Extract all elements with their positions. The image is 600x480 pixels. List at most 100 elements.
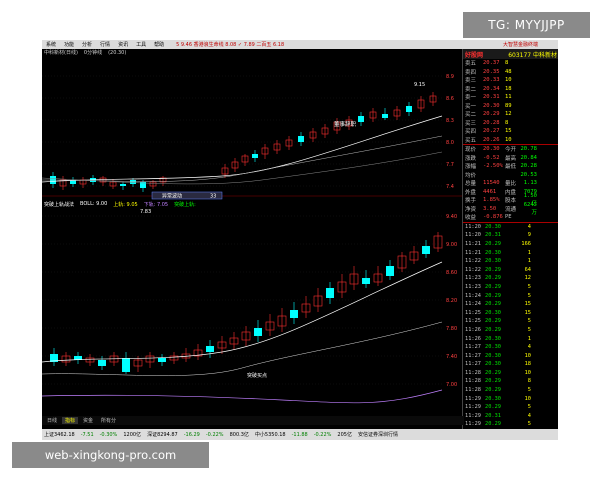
tick-qty: 4 [527,223,531,230]
tick-qty: 12 [524,275,531,282]
sz-pct: -0.22% [205,431,224,438]
tab-indicator[interactable]: 指标 [62,417,79,424]
quote-label: 卖二 [465,86,477,93]
quote-label: 卖一 [465,95,477,102]
sh-index[interactable]: 上证3462.18 [44,431,75,438]
menu-item-system[interactable]: 系统 [42,41,60,48]
quote-row[interactable]: 买三 20.28 8 [463,119,558,128]
tick-price: 20.30 [485,344,501,351]
stat-value: -0.52 [483,154,500,161]
quote-row[interactable]: 买一 20.30 89 [463,102,558,111]
menu-bar: 系统 功能 分析 行情 资讯 工具 帮助 5 9.46 香港浪生命线 8.08 … [42,40,558,49]
candle-down [158,358,166,362]
chart-area[interactable]: 异常波动 33 董事辞职 9.15 7.83 突破买点 8.9 8.6 8.3 8.0… [42,56,462,416]
tick-price: 20.30 [485,361,501,368]
annotation-popup-value: 33 [210,194,216,200]
quote-row[interactable]: 卖三 20.33 10 [463,76,558,85]
quote-qty: 11 [505,94,512,101]
quote-price: 20.35 [483,68,500,75]
tick-qty: 1 [527,335,531,342]
tick-price: 20.31 [485,232,501,239]
tab-all[interactable]: 所有分 [98,417,119,424]
indicator-name[interactable]: 突破上轨战法 [44,201,74,208]
cy-amount: 205亿 [337,432,352,438]
tick-qty: 5 [527,292,531,299]
stat-value: -2.50% [483,163,503,170]
quote-row[interactable]: 卖四 20.35 48 [463,68,558,77]
quote-price: 20.29 [483,111,500,118]
tick-qty: 10 [524,369,531,376]
quote-label: 买四 [465,129,477,136]
candle-down [358,116,364,122]
tab-daily[interactable]: 日线 [44,417,60,424]
stock-code[interactable]: 603177 中科新材 [508,50,557,59]
menu-item-function[interactable]: 功能 [60,41,78,48]
stat-row: 收益 -0.876 PE [463,213,558,222]
quote-row[interactable]: 买二 20.29 12 [463,110,558,119]
tick-time: 11:29 [465,421,481,428]
tick-time: 11:24 [465,292,481,299]
price-tick: 9.00 [446,242,457,248]
quote-label: 买五 [465,137,477,144]
tab-capital[interactable]: 资金 [80,417,96,424]
tick-price: 20.29 [485,326,501,333]
tick-price: 20.30 [485,223,501,230]
quote-row[interactable]: 卖五 20.37 8 [463,59,558,68]
candle-down [326,288,334,298]
tick-qty: 5 [527,318,531,325]
tick-time: 11:28 [465,369,481,376]
price-label: (20.30) [108,49,127,56]
tick-row: 11:26 20.30 1 [463,334,558,343]
cy-index[interactable]: 中小5350.18 [255,431,286,438]
quote-label: 买三 [465,120,477,127]
bottom-candles [50,232,443,374]
menu-item-help[interactable]: 帮助 [150,41,168,48]
stat-label-2: 最低 [505,164,517,171]
menu-item-tools[interactable]: 工具 [132,41,150,48]
stat-label-2: 流通 [505,206,517,213]
quote-row[interactable]: 买五 20.26 10 [463,136,558,145]
stat-row: 总量 11540 量比 1.13 [463,179,558,188]
stat-row: 外盘 4461 内盘 7079 [463,188,558,197]
tick-price: 20.30 [485,258,501,265]
quote-row[interactable]: 卖一 20.31 11 [463,93,558,102]
tick-qty: 5 [527,283,531,290]
tick-list[interactable]: 11:20 20.30 4 11:20 20.31 9 11:21 20.29 166 11:21… [463,223,558,438]
quote-label: 买二 [465,112,477,119]
tick-time: 11:27 [465,352,481,359]
tick-row: 11:20 20.30 4 [463,223,558,232]
price-tick: 8.3 [446,118,454,124]
menu-item-news[interactable]: 资讯 [114,41,132,48]
bottom-tab-bar: 日线 指标 资金 所有分 [42,416,464,425]
quote-label: 买一 [465,103,477,110]
boll-value: BOLL: 9.00 [80,201,108,207]
sz-index[interactable]: 深证8294.87 [147,431,178,438]
tick-row: 11:24 20.29 15 [463,300,558,309]
tick-row: 11:20 20.31 9 [463,231,558,240]
quote-row[interactable]: 买四 20.27 15 [463,127,558,136]
sz-amount: 800.3亿 [229,432,249,438]
stat-label: 收益 [465,215,477,222]
tick-price: 20.29 [485,283,501,290]
menu-item-market[interactable]: 行情 [96,41,114,48]
tick-qty: 5 [527,387,531,394]
quote-qty: 89 [505,102,512,109]
period-label[interactable]: 0分钟线 [84,49,102,56]
stat-label: 涨跌 [465,155,477,162]
tick-row: 11:24 20.29 5 [463,291,558,300]
candle-down [382,114,388,118]
tick-price: 20.30 [485,335,501,342]
menu-item-analysis[interactable]: 分析 [78,41,96,48]
stat-row: 换手 1.85% 股本 1.50亿 [463,193,558,207]
price-tick: 8.20 [446,298,457,304]
stat-value: 3.50 [483,205,497,212]
quote-row[interactable]: 卖二 20.34 18 [463,85,558,94]
tick-price: 20.29 [485,387,501,394]
tick-price: 20.29 [485,318,501,325]
tick-qty: 1 [527,249,531,256]
candle-down [422,246,430,254]
tick-time: 11:25 [465,318,481,325]
tick-qty: 4 [527,344,531,351]
stat-value-2: 20.28 [520,163,537,170]
tick-qty: 18 [524,361,531,368]
